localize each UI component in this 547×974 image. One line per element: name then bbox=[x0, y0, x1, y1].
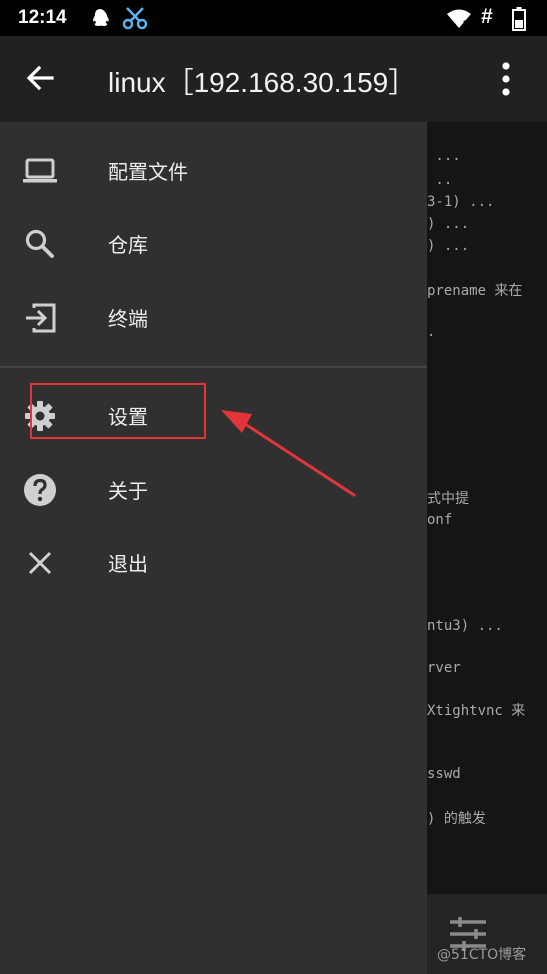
drawer-divider bbox=[0, 366, 427, 368]
terminal-line: onf bbox=[427, 512, 453, 528]
drawer-item-terminal[interactable]: 终端 bbox=[0, 283, 427, 353]
exit-to-app-icon bbox=[26, 303, 56, 333]
qq-icon bbox=[93, 9, 109, 26]
back-arrow-icon[interactable] bbox=[24, 62, 56, 94]
terminal-line: 式中提 bbox=[427, 491, 469, 507]
drawer-item-label: 关于 bbox=[108, 479, 148, 503]
settings-highlight-box bbox=[30, 383, 206, 439]
terminal-line: ... bbox=[427, 148, 461, 164]
battery-icon bbox=[512, 7, 526, 31]
drawer-item-label: 仓库 bbox=[108, 233, 148, 257]
terminal-line: . bbox=[427, 324, 436, 340]
terminal-line: 3-1) ... bbox=[427, 194, 495, 210]
close-icon bbox=[28, 551, 52, 575]
terminal-line: rver bbox=[427, 660, 461, 676]
drawer-item-label: 终端 bbox=[108, 307, 148, 331]
laptop-icon bbox=[23, 158, 57, 183]
drawer-item-label: 退出 bbox=[108, 552, 148, 576]
terminal-line: ) ... bbox=[427, 216, 470, 232]
terminal-line: ntu3) ... bbox=[427, 618, 503, 634]
status-bar: 12:14 # bbox=[0, 0, 547, 36]
help-icon bbox=[24, 474, 56, 506]
navigation-drawer: 配置文件 仓库 终端 设置 关于 退出 bbox=[0, 122, 427, 974]
terminal-line: ) 的触发 bbox=[427, 811, 486, 827]
terminal-line: .. bbox=[427, 172, 453, 188]
watermark: @51CTO博客 bbox=[437, 947, 527, 963]
drawer-item-exit[interactable]: 退出 bbox=[0, 528, 427, 598]
search-icon bbox=[25, 229, 54, 258]
status-time: 12:14 bbox=[18, 7, 67, 28]
drawer-item-about[interactable]: 关于 bbox=[0, 455, 427, 525]
drawer-item-repository[interactable]: 仓库 bbox=[0, 209, 427, 279]
terminal-line: sswd bbox=[427, 766, 461, 782]
terminal-line: prename 来在 bbox=[427, 283, 523, 299]
drawer-item-label: 配置文件 bbox=[108, 160, 188, 184]
terminal-line: Xtightvnc 来 bbox=[427, 703, 526, 719]
drawer-item-profiles[interactable]: 配置文件 bbox=[0, 136, 427, 206]
page-title: linux［192.168.30.159］ bbox=[108, 67, 417, 98]
wifi-icon bbox=[447, 9, 471, 28]
more-options-icon[interactable] bbox=[492, 60, 520, 98]
terminal-line: ) ... bbox=[427, 238, 470, 254]
app-bar: linux［192.168.30.159］ bbox=[0, 36, 547, 122]
hash-icon: # bbox=[481, 5, 493, 28]
scissors-icon bbox=[122, 7, 148, 30]
